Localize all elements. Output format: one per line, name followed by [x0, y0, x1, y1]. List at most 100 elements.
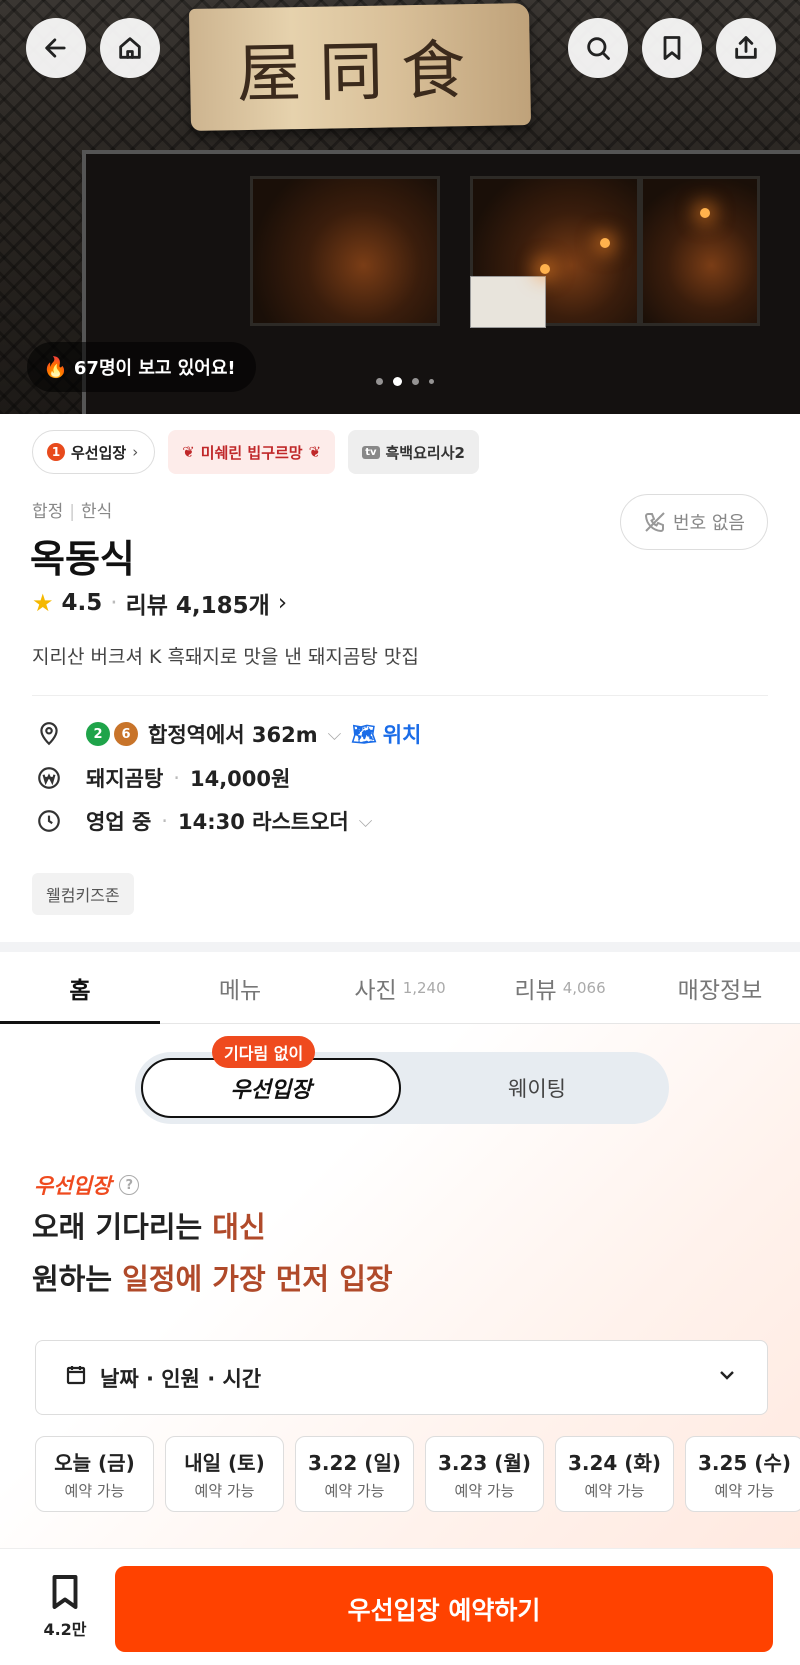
carousel-dot-active [393, 377, 402, 386]
date-chip[interactable]: 3.23 (월) 예약 가능 [425, 1436, 544, 1512]
phone-button[interactable]: 번호 없음 [620, 494, 768, 550]
tab-photos[interactable]: 사진 1,240 [320, 952, 480, 1023]
date-label: 3.24 (화) [568, 1451, 661, 1475]
promo-headline-2: 원하는 일정에 가장 먼저 입장 [32, 1256, 393, 1298]
chevron-right-icon: › [132, 443, 139, 461]
storefront-window [250, 176, 440, 326]
location-row[interactable]: 2 6 합정역에서 362m ⌵ 🗺 위치 [36, 719, 421, 749]
date-chip[interactable]: 3.22 (일) 예약 가능 [295, 1436, 414, 1512]
help-icon[interactable]: ? [119, 1175, 140, 1195]
tv-show-label: 흑백요리사2 [385, 443, 465, 462]
badge-row: 1 우선입장 › ❦ 미쉐린 빕구르망 ❦ tv 흑백요리사2 [32, 430, 479, 474]
date-label: 3.22 (일) [308, 1451, 401, 1475]
tab-reviews[interactable]: 리뷰 4,066 [480, 952, 640, 1023]
availability-label: 예약 가능 [584, 1482, 645, 1500]
date-chip[interactable]: 3.25 (수) 예약 가능 [685, 1436, 800, 1512]
laurel-icon: ❦ [182, 443, 195, 461]
dot-separator: · [161, 809, 168, 833]
entry-type-toggle: 우선입장 웨이팅 [135, 1052, 669, 1124]
tab-store-info[interactable]: 매장정보 [640, 952, 800, 1023]
carousel-indicator [376, 377, 434, 386]
priority-label: 우선입장 [71, 443, 127, 462]
reserve-button[interactable]: 우선입장 예약하기 [115, 1566, 773, 1652]
date-label: 내일 (토) [184, 1451, 265, 1475]
waiting-option[interactable]: 웨이팅 [405, 1052, 669, 1124]
date-chip[interactable]: 내일 (토) 예약 가능 [165, 1436, 284, 1512]
viewers-text: 67명이 보고 있어요! [73, 358, 236, 379]
chevron-down-icon: ⌵ [358, 810, 373, 832]
date-chip-list: 오늘 (금) 예약 가능 내일 (토) 예약 가능 3.22 (일) 예약 가능 3.… [35, 1436, 800, 1512]
availability-label: 예약 가능 [454, 1482, 515, 1500]
tv-show-badge[interactable]: tv 흑백요리사2 [348, 430, 479, 474]
bookmark-button[interactable] [642, 18, 702, 78]
date-chip[interactable]: 오늘 (금) 예약 가능 [35, 1436, 154, 1512]
back-button[interactable] [26, 18, 86, 78]
area-label: 합정 [32, 502, 64, 522]
map-location-link[interactable]: 🗺 위치 [351, 719, 421, 749]
promo-text: 오래 기다리는 [32, 1210, 213, 1244]
location-link-label: 위치 [382, 723, 422, 747]
bookmark-icon [663, 36, 681, 60]
home-button[interactable] [100, 18, 160, 78]
review-count-link[interactable]: 리뷰 4,185개 [126, 586, 270, 620]
carousel-dot [412, 378, 419, 385]
tab-label: 매장정보 [677, 977, 763, 1004]
date-party-time-selector[interactable]: 날짜 · 인원 · 시간 [35, 1340, 768, 1415]
chevron-down-icon: ⌵ [327, 723, 342, 745]
selector-label: 날짜 · 인원 · 시간 [100, 1366, 262, 1391]
store-sign: 屋同食 [188, 3, 532, 131]
store-name: 옥동식 [30, 537, 135, 581]
kids-zone-tag: 웰컴키즈존 [32, 873, 134, 915]
priority-entry-badge[interactable]: 1 우선입장 › [32, 430, 156, 474]
rating-value: 4.5 [61, 590, 103, 616]
storefront-window [640, 176, 760, 326]
lamp [540, 264, 550, 274]
fire-icon: 🔥 [43, 355, 68, 379]
dot-separator: · [110, 590, 118, 616]
section-divider [0, 942, 800, 952]
calendar-icon [64, 1363, 88, 1392]
star-icon: ★ [32, 589, 54, 617]
share-button[interactable] [716, 18, 776, 78]
date-label: 오늘 (금) [54, 1451, 135, 1475]
no-wait-pill: 기다림 없이 [212, 1036, 316, 1068]
search-button[interactable] [568, 18, 628, 78]
tab-label: 홈 [69, 977, 91, 1004]
bookmark-icon [52, 1575, 78, 1609]
pin-icon [36, 721, 62, 747]
save-button[interactable]: 4.2만 [38, 1572, 92, 1640]
tab-menu[interactable]: 메뉴 [160, 952, 320, 1023]
promo-title-text: 우선입장 [34, 1174, 112, 1198]
tv-icon: tv [362, 445, 380, 459]
michelin-badge[interactable]: ❦ 미쉐린 빕구르망 ❦ [168, 430, 336, 474]
priority-number: 1 [47, 443, 65, 461]
phone-label: 번호 없음 [673, 513, 745, 534]
promo-title: 우선입장 ? [34, 1170, 140, 1200]
chevron-down-icon [715, 1363, 739, 1392]
date-chip[interactable]: 3.24 (화) 예약 가능 [555, 1436, 674, 1512]
share-icon [735, 36, 757, 59]
hours-row[interactable]: 영업 중 · 14:30 라스트오더 ⌵ [36, 806, 372, 836]
availability-label: 예약 가능 [194, 1482, 255, 1500]
availability-label: 예약 가능 [714, 1482, 775, 1500]
rating-row[interactable]: ★ 4.5 · 리뷰 4,185개 › [32, 586, 287, 620]
breadcrumb: 합정 | 한식 [32, 497, 112, 522]
lamp [600, 238, 610, 248]
category-label: 한식 [81, 502, 113, 522]
tab-home[interactable]: 홈 [0, 952, 160, 1024]
divider [32, 695, 768, 696]
date-label: 3.25 (수) [698, 1451, 791, 1475]
storefront-notice [470, 276, 546, 328]
hours-status: 영업 중 [86, 810, 152, 834]
search-icon [587, 37, 610, 60]
laurel-icon: ❦ [308, 443, 322, 461]
tab-label: 리뷰 [514, 977, 557, 1004]
subway-line-2-badge: 2 [86, 722, 110, 746]
station-distance: 합정역에서 362m [148, 723, 318, 747]
last-order-time: 14:30 라스트오더 [177, 810, 349, 834]
phone-off-icon [645, 512, 665, 533]
tab-label: 사진 [354, 977, 397, 1004]
availability-label: 예약 가능 [324, 1482, 385, 1500]
dot-separator: · [173, 766, 180, 790]
tab-count: 4,066 [562, 978, 606, 997]
